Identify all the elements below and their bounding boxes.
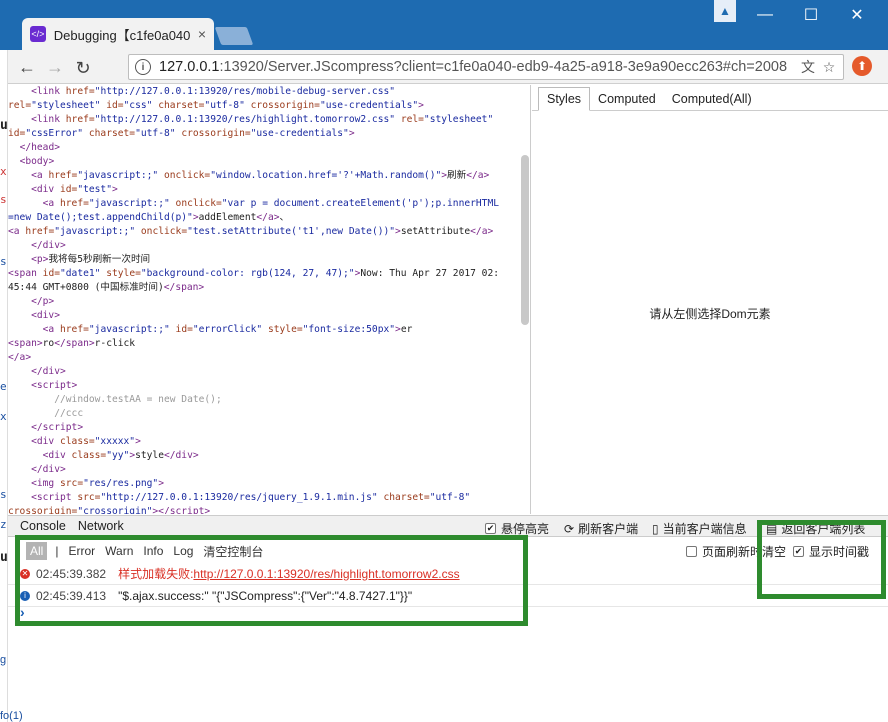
dom-node-line[interactable]: rel="stylesheet" id="css" charset="utf-8… [8, 99, 530, 113]
refresh-icon: ⟳ [564, 521, 575, 536]
phone-icon: ▯ [652, 521, 659, 536]
site-info-icon[interactable]: i [135, 59, 151, 75]
dom-node-line[interactable]: </div> [8, 463, 530, 477]
dom-node-line[interactable]: <span>ro</span>r-click [8, 337, 530, 351]
dom-node-line[interactable]: </div> [8, 365, 530, 379]
dom-node-line[interactable]: 45:44 GMT+0800 (中国标准时间)</span> [8, 281, 530, 295]
dom-node-line[interactable]: <a href="javascript:;" onclick="window.l… [8, 169, 530, 183]
dom-node-line[interactable]: </head> [8, 141, 530, 155]
dom-node-line[interactable]: <link href="http://127.0.0.1:13920/res/m… [8, 85, 530, 99]
background-page-strip: u x s s e x s z u [0, 50, 8, 722]
tab-network[interactable]: Network [72, 519, 130, 533]
tab-styles[interactable]: Styles [538, 87, 591, 111]
styles-empty-hint: 请从左侧选择Dom元素 [649, 307, 771, 321]
extension-icon[interactable]: ⬆ [852, 56, 872, 76]
translate-icon[interactable]: 文 [798, 57, 818, 77]
console-tabbar: Console Network ✔ 悬停高亮 ⟳ 刷新客户端 ▯ 当前客户端信息 ▤ 返… [8, 515, 888, 537]
new-tab-button[interactable] [214, 27, 254, 45]
dom-node-line[interactable]: </a> [8, 351, 530, 365]
bookmark-star-icon[interactable]: ☆ [819, 57, 839, 77]
annotation-box-options [757, 520, 886, 599]
checkbox-checked-icon[interactable]: ✔ [485, 523, 496, 534]
browser-tab[interactable]: </> Debugging【c1fe0a040 × [22, 18, 214, 50]
dom-node-line[interactable]: </script> [8, 421, 530, 435]
dom-node-line[interactable]: =new Date();test.appendChild(p)">addElem… [8, 211, 530, 225]
back-arrow-icon[interactable]: ← [16, 56, 38, 78]
dom-node-line[interactable]: </p> [8, 295, 530, 309]
close-window-button[interactable]: ✕ [834, 0, 880, 30]
dom-node-line[interactable]: <a href="javascript:;" onclick="var p = … [8, 197, 530, 211]
tab-title: Debugging【c1fe0a040 [53, 27, 191, 43]
dom-node-line[interactable]: //ccc [8, 407, 530, 421]
minimize-button[interactable]: — [742, 0, 788, 30]
dom-node-line[interactable]: //window.testAA = new Date(); [8, 393, 530, 407]
url-path: :13920/Server.JScompress?client=c1fe0a04… [219, 59, 788, 75]
background-page-bottom: g fo(1) [0, 654, 23, 722]
tab-computed[interactable]: Computed [590, 88, 664, 110]
dom-node-line[interactable]: id="cssError" charset="utf-8" crossorigi… [8, 127, 530, 141]
forward-arrow-icon[interactable]: → [44, 56, 66, 78]
address-bar[interactable]: i 127.0.0.1:13920/Server.JScompress?clie… [128, 54, 844, 80]
dom-node-line[interactable]: <div class="yy">style</div> [8, 449, 530, 463]
dom-node-line[interactable]: <script> [8, 379, 530, 393]
url-host: 127.0.0.1 [159, 59, 220, 75]
annotation-box-filters-logs [15, 535, 528, 626]
styles-pane: Styles Computed Computed(All) 请从左侧选择Dom元… [532, 85, 888, 514]
dom-node-line[interactable]: <span id="date1" style="background-color… [8, 267, 530, 281]
profile-icon[interactable]: ▲ [714, 0, 736, 22]
dom-node-line[interactable]: <div id="test"> [8, 183, 530, 197]
dom-tree-scrollbar[interactable] [521, 155, 529, 325]
dom-node-line[interactable]: <div class="xxxxx"> [8, 435, 530, 449]
dom-node-line[interactable]: <script src="http://127.0.0.1:13920/res/… [8, 491, 530, 505]
reload-icon[interactable]: ↻ [72, 57, 94, 79]
refresh-client-button[interactable]: ⟳ 刷新客户端 [564, 520, 638, 537]
dom-node-line[interactable]: <p>我将每5秒刷新一次时间 [8, 253, 530, 267]
dom-tree-pane[interactable]: <link href="http://127.0.0.1:13920/res/m… [8, 85, 531, 514]
dom-node-line[interactable]: <img src="res/res.png"> [8, 477, 530, 491]
tab-console[interactable]: Console [14, 519, 72, 533]
client-info-button[interactable]: ▯ 当前客户端信息 [652, 520, 747, 537]
dom-node-line[interactable]: <link href="http://127.0.0.1:13920/res/h… [8, 113, 530, 127]
dom-node-line[interactable]: <a href="javascript:;" id="errorClick" s… [8, 323, 530, 337]
dom-node-line[interactable]: crossorigin="crossorigin"></script> [8, 505, 530, 514]
maximize-button[interactable]: ☐ [788, 0, 834, 30]
checkbox-unchecked-icon[interactable] [686, 546, 697, 557]
dom-node-line[interactable]: </div> [8, 239, 530, 253]
dom-node-line[interactable]: <div> [8, 309, 530, 323]
dom-node-line[interactable]: <body> [8, 155, 530, 169]
dom-node-line[interactable]: <a href="javascript:;" onclick="test.set… [8, 225, 530, 239]
tab-close-icon[interactable]: × [198, 26, 206, 42]
devtools-favicon-icon: </> [30, 26, 46, 42]
tab-computed-all[interactable]: Computed(All) [664, 88, 760, 110]
